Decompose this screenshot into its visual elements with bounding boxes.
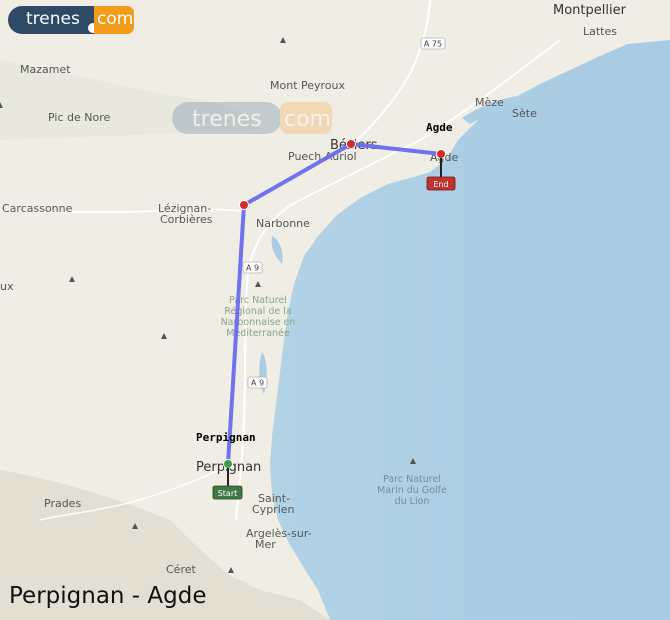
- place-lezignan-2: Corbières: [160, 213, 213, 226]
- place-argeles-2: Mer: [255, 538, 276, 551]
- place-ux: ux: [0, 280, 14, 293]
- logo-suffix-block: com: [94, 6, 134, 34]
- end-marker-label: End: [433, 180, 448, 189]
- place-saint-cyprien-2: Cyprien: [252, 503, 295, 516]
- svg-text:du Lion: du Lion: [395, 496, 430, 507]
- park-label: Parc Naturel Régional de la Narbonnaise …: [221, 295, 296, 339]
- destination-label: Agde: [426, 121, 453, 134]
- trenes-logo[interactable]: trenes com: [8, 6, 134, 34]
- place-mazamet: Mazamet: [20, 63, 71, 76]
- svg-text:trenes: trenes: [192, 107, 262, 132]
- stop-perpignan-dot[interactable]: [223, 459, 233, 469]
- place-pic-de-nore: Pic de Nore: [48, 111, 110, 124]
- svg-text:Marin du Golfe: Marin du Golfe: [377, 485, 447, 496]
- stop-beziers-dot[interactable]: [346, 139, 356, 149]
- logo-brand-block: trenes: [8, 6, 94, 34]
- svg-text:Narbonnaise en: Narbonnaise en: [221, 317, 296, 328]
- place-montpellier: Montpellier: [553, 3, 627, 18]
- road-label-a9-bottom: A 9: [251, 379, 264, 388]
- place-prades: Prades: [44, 497, 81, 510]
- logo-brand-text: trenes: [26, 9, 80, 29]
- place-sete: Sète: [512, 107, 537, 120]
- stop-narbonne-dot[interactable]: [239, 200, 249, 210]
- place-ceret: Céret: [166, 563, 196, 576]
- road-label-a9-top: A 9: [246, 264, 259, 273]
- place-carcassonne: Carcassonne: [2, 202, 73, 215]
- logo-suffix-text: com: [97, 9, 134, 29]
- route-title: Perpignan - Agde: [9, 583, 207, 609]
- start-marker-label: Start: [218, 489, 238, 498]
- map[interactable]: A 75 A 9 A 9 trenes com Montpellier Latt…: [0, 0, 670, 620]
- place-narbonne: Narbonne: [256, 217, 310, 230]
- svg-text:Régional de la: Régional de la: [224, 306, 291, 317]
- svg-text:com: com: [284, 107, 331, 132]
- stop-agde-dot[interactable]: [436, 149, 446, 159]
- origin-label: Perpignan: [196, 431, 256, 444]
- road-label-a75: A 75: [424, 40, 442, 49]
- place-mont-peyroux: Mont Peyroux: [270, 79, 346, 92]
- place-lattes: Lattes: [583, 25, 617, 38]
- watermark-logo: trenes com: [172, 102, 332, 134]
- place-meze: Mèze: [475, 96, 504, 109]
- svg-text:Parc Naturel: Parc Naturel: [383, 474, 441, 485]
